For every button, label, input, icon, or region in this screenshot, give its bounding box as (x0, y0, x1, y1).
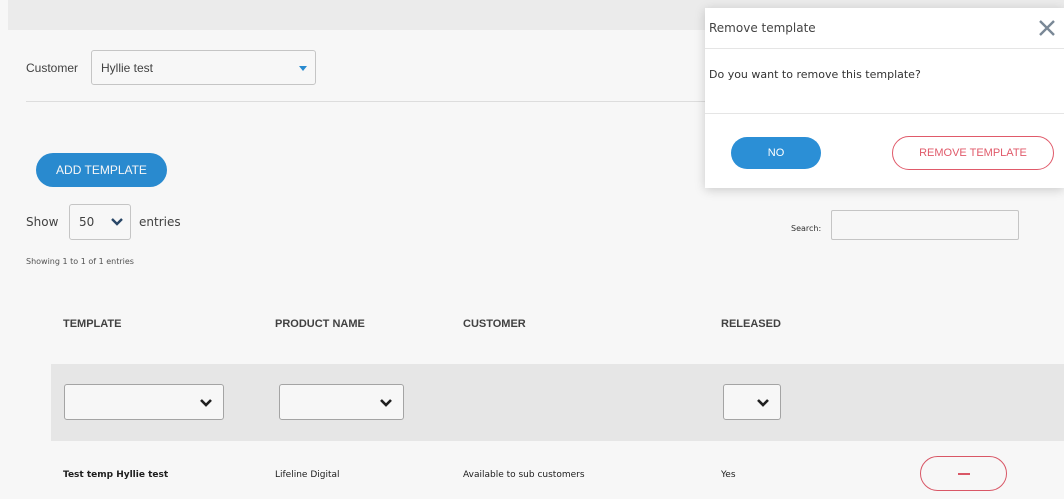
page: Customer Hyllie test ADD TEMPLATE Show 5… (0, 0, 1064, 499)
remove-template-dialog: Remove template Do you want to remove th… (705, 8, 1064, 188)
dialog-divider (705, 113, 1064, 114)
dialog-message: Do you want to remove this template? (709, 68, 921, 81)
remove-template-button[interactable]: REMOVE TEMPLATE (892, 136, 1054, 170)
no-button[interactable]: NO (731, 137, 821, 169)
dialog-title: Remove template (709, 21, 816, 35)
dialog-divider (705, 48, 1064, 49)
close-icon[interactable] (1036, 17, 1058, 39)
